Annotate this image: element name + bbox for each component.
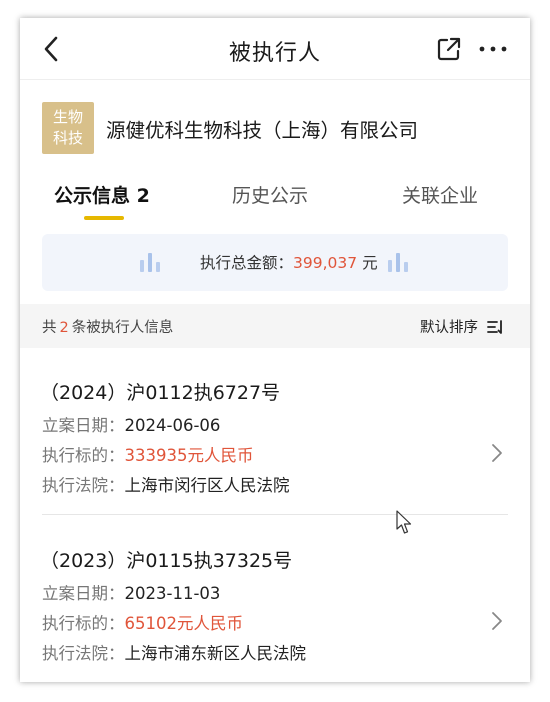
filing-date-value: 2024-06-06	[124, 416, 221, 435]
chevron-right-icon	[492, 444, 502, 462]
record-count: 共 2 条被执行人信息	[42, 316, 173, 337]
active-tab-indicator	[84, 216, 124, 220]
execution-target-label: 执行标的：	[42, 614, 125, 633]
case-number: （2023）沪0115执37325号	[40, 550, 293, 572]
execution-target-row: 执行标的：333935元人民币	[42, 442, 254, 466]
case-number: （2024）沪0112执6727号	[40, 382, 281, 404]
total-amount-text: 执行总金额：399,037 元	[200, 251, 378, 273]
court-row: 执行法院：上海市闵行区人民法院	[42, 472, 290, 496]
count-prefix: 共	[42, 320, 57, 336]
total-amount-label: 执行总金额：	[200, 254, 294, 272]
company-logo-badge: 生物 科技	[42, 102, 94, 154]
badge-line1: 生物	[52, 108, 83, 126]
tab-related-companies[interactable]: 关联企业	[402, 181, 478, 208]
badge-line2: 科技	[52, 129, 83, 147]
filing-date-row: 立案日期：2023-11-03	[42, 580, 220, 604]
sort-button[interactable]: 默认排序	[420, 316, 505, 337]
count-suffix: 条被执行人信息	[71, 320, 174, 336]
execution-target-value: 65102元人民币	[124, 614, 244, 633]
sort-label: 默认排序	[420, 320, 478, 336]
tab-bar: 公示信息 2 历史公示 关联企业	[20, 173, 530, 223]
top-nav-bar: 被执行人	[20, 18, 530, 80]
tab-public-info[interactable]: 公示信息 2	[54, 181, 150, 208]
court-value: 上海市闵行区人民法院	[124, 476, 290, 495]
tab-history[interactable]: 历史公示	[232, 181, 308, 208]
filing-date-value: 2023-11-03	[124, 584, 221, 603]
list-item[interactable]: （2024）沪0112执6727号 立案日期：2024-06-06 执行标的：3…	[20, 356, 530, 516]
court-label: 执行法院：	[42, 476, 125, 495]
sort-icon	[486, 320, 502, 334]
execution-target-value: 333935元人民币	[124, 446, 254, 465]
company-name: 源健优科生物科技（上海）有限公司	[106, 119, 419, 142]
court-value: 上海市浦东新区人民法院	[124, 644, 307, 663]
list-item[interactable]: （2023）沪0115执37325号 立案日期：2023-11-03 执行标的：…	[20, 524, 530, 682]
execution-target-row: 执行标的：65102元人民币	[42, 610, 243, 634]
divider	[42, 514, 508, 515]
total-amount-value: 399,037	[293, 254, 358, 272]
bar-chart-icon	[140, 253, 160, 272]
count-number: 2	[59, 320, 69, 336]
court-row: 执行法院：上海市浦东新区人民法院	[42, 640, 306, 664]
court-label: 执行法院：	[42, 644, 125, 663]
bar-chart-icon	[388, 253, 408, 272]
execution-target-label: 执行标的：	[42, 446, 125, 465]
app-window: 被执行人 生物 科技 源健优科生物科技（上海）有限公司 公示信息 2 历史公示 …	[20, 18, 530, 682]
filing-date-label: 立案日期：	[42, 584, 125, 603]
more-dots-icon[interactable]	[478, 36, 508, 62]
list-count-bar: 共 2 条被执行人信息 默认排序	[20, 304, 530, 348]
share-icon[interactable]	[436, 36, 462, 62]
filing-date-row: 立案日期：2024-06-06	[42, 412, 220, 436]
total-amount-summary: 执行总金额：399,037 元	[42, 234, 508, 291]
filing-date-label: 立案日期：	[42, 416, 125, 435]
total-amount-unit: 元	[362, 254, 378, 272]
chevron-right-icon	[492, 612, 502, 630]
company-header: 生物 科技 源健优科生物科技（上海）有限公司	[42, 100, 512, 154]
mouse-cursor-icon	[396, 510, 412, 534]
